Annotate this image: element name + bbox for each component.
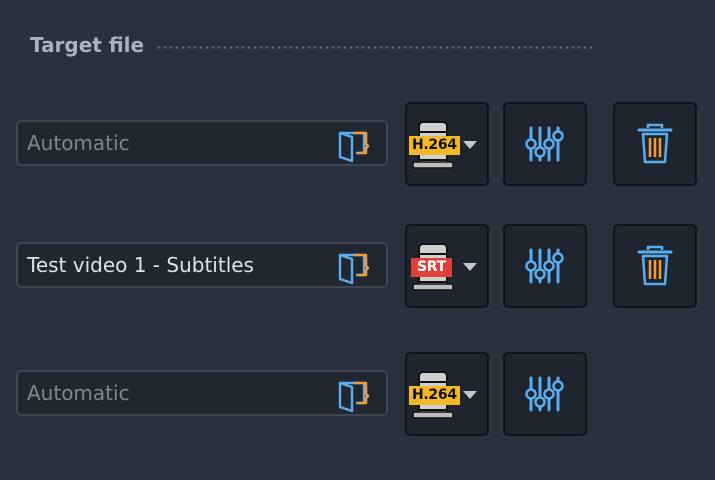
sliders-icon — [525, 376, 564, 412]
settings-button[interactable] — [503, 224, 587, 308]
folder-icon — [338, 253, 370, 285]
codec-dropdown[interactable]: H.264 — [405, 352, 489, 436]
section-title: Target file — [30, 33, 145, 57]
target-file-header: Target file — [30, 33, 593, 57]
sliders-icon — [525, 248, 564, 284]
settings-button[interactable] — [503, 102, 587, 186]
codec-badge: SRT — [411, 258, 452, 277]
filename-field — [16, 370, 388, 416]
target-row: H.264 — [0, 352, 715, 436]
target-row: H.264 — [0, 102, 715, 186]
dotted-divider — [156, 45, 593, 49]
codec-badge: H.264 — [409, 136, 460, 155]
codec-dropdown[interactable]: H.264 — [405, 102, 489, 186]
trash-icon — [637, 245, 673, 286]
delete-button[interactable] — [613, 224, 697, 308]
filename-input[interactable] — [27, 131, 317, 155]
browse-folder-button[interactable] — [336, 249, 372, 285]
folder-icon — [338, 381, 370, 413]
codec-dropdown[interactable]: SRT — [405, 224, 489, 308]
folder-icon — [338, 131, 370, 163]
chevron-down-icon — [463, 391, 477, 399]
chevron-down-icon — [463, 263, 477, 271]
filename-field — [16, 120, 388, 166]
filename-input[interactable] — [27, 253, 317, 277]
trash-icon — [637, 123, 673, 164]
delete-button[interactable] — [613, 102, 697, 186]
target-row: SRT — [0, 224, 715, 308]
browse-folder-button[interactable] — [336, 377, 372, 413]
sliders-icon — [525, 126, 564, 162]
filename-input[interactable] — [27, 381, 317, 405]
filename-field — [16, 242, 388, 288]
chevron-down-icon — [463, 141, 477, 149]
codec-badge: H.264 — [409, 386, 460, 405]
settings-button[interactable] — [503, 352, 587, 436]
browse-folder-button[interactable] — [336, 127, 372, 163]
